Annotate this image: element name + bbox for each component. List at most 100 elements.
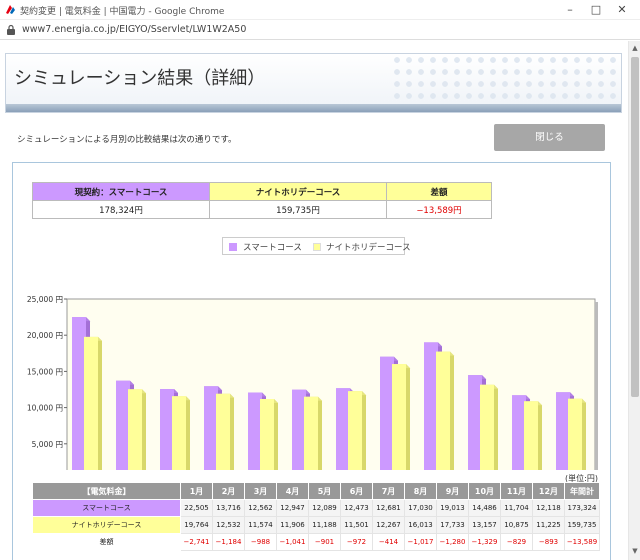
month-header: 8月	[404, 482, 437, 500]
difference-row: 差額 −2,741 −1,184 −988 −1,041 −901 −972 −414 −1,0…	[32, 533, 600, 551]
bar	[116, 380, 130, 470]
bar	[72, 317, 86, 470]
monthly-data-table: 【電気料金】 1月 2月 3月 4月 5月 6月 7月 8月 9月 10月 11月 12月 年間計 スマー…	[32, 482, 600, 551]
table-cell: −1,184	[212, 533, 245, 551]
month-header: 年間計	[564, 482, 600, 500]
month-header: 7月	[372, 482, 405, 500]
table-cell: 12,681	[372, 499, 405, 517]
table-cell: 12,473	[340, 499, 373, 517]
bar-side	[406, 364, 410, 470]
bar	[204, 386, 218, 470]
bar-side	[142, 389, 146, 470]
table-cell: 11,225	[532, 516, 565, 534]
bar	[380, 356, 394, 470]
scroll-down-icon[interactable]: ▼	[631, 547, 639, 555]
legend-label-night: ナイトホリデーコース	[326, 243, 411, 253]
row-label: 差額	[32, 533, 181, 551]
table-cell: 12,947	[276, 499, 309, 517]
legend-swatch-night	[313, 243, 321, 251]
difference-total: −13,589円	[386, 200, 492, 219]
bar-side	[274, 398, 278, 470]
current-plan-header: 現契約：スマートコース	[32, 182, 210, 201]
y-tick-label: 25,000 円	[27, 295, 63, 304]
table-cell: −13,589	[564, 533, 600, 551]
bar	[336, 388, 350, 470]
table-cell: −1,280	[436, 533, 469, 551]
bar	[248, 392, 262, 470]
table-cell: 11,188	[308, 516, 341, 534]
bar	[524, 401, 538, 470]
window-titlebar: 契約変更 | 電気料金 | 中国電力 - Google Chrome – □ ✕	[0, 0, 640, 20]
table-cell: 159,735	[564, 516, 600, 534]
page-title: シミュレーション結果（詳細）	[14, 68, 266, 89]
vertical-scrollbar[interactable]: ▲ ▼	[628, 41, 640, 560]
month-header: 10月	[468, 482, 501, 500]
month-header: 3月	[244, 482, 277, 500]
table-cell: −1,041	[276, 533, 309, 551]
night-holiday-total: 159,735円	[209, 200, 387, 219]
month-header: 11月	[500, 482, 533, 500]
table-cell: 11,704	[500, 499, 533, 517]
table-cell: 12,267	[372, 516, 405, 534]
table-cell: 12,118	[532, 499, 565, 517]
bar-side	[582, 398, 586, 470]
y-tick-label: 10,000 円	[27, 404, 63, 413]
table-cell: 13,716	[212, 499, 245, 517]
bar	[468, 375, 482, 470]
address-bar[interactable]: www7.energia.co.jp/EIGYO/Sservlet/LW1W2A…	[0, 20, 640, 40]
table-cell: 12,089	[308, 499, 341, 517]
table-cell: 12,562	[244, 499, 277, 517]
chart-legend: スマートコース ナイトホリデーコース	[222, 237, 411, 255]
month-header: 4月	[276, 482, 309, 500]
month-header: 12月	[532, 482, 565, 500]
scroll-up-icon[interactable]: ▲	[631, 44, 639, 52]
bar	[512, 395, 526, 470]
close-window-icon[interactable]: ✕	[612, 2, 632, 18]
table-cell: 22,505	[180, 499, 213, 517]
row-label: ナイトホリデーコース	[32, 516, 181, 534]
y-tick-label: 20,000 円	[27, 331, 63, 340]
bar-side	[538, 401, 542, 470]
difference-header: 差額	[386, 182, 492, 201]
bar-side	[230, 393, 234, 470]
current-plan-total: 178,324円	[32, 200, 210, 219]
maximize-icon[interactable]: □	[586, 2, 606, 18]
bar	[172, 396, 186, 470]
table-cell: 11,501	[340, 516, 373, 534]
table-cell: −901	[308, 533, 341, 551]
table-cell: 17,030	[404, 499, 437, 517]
plot-area-shadow	[595, 302, 598, 470]
bar-side	[450, 351, 454, 470]
legend-swatch-smart	[229, 243, 237, 251]
bar	[348, 391, 362, 470]
bar	[304, 396, 318, 470]
table-cell: 16,013	[404, 516, 437, 534]
table-cell: −1,329	[468, 533, 501, 551]
bar	[260, 398, 274, 470]
bar	[84, 336, 98, 470]
table-cell: 10,875	[500, 516, 533, 534]
table-cell: 19,764	[180, 516, 213, 534]
page-header: シミュレーション結果（詳細）	[5, 53, 622, 113]
month-header: 1月	[180, 482, 213, 500]
table-corner-label: 【電気料金】	[32, 482, 181, 500]
window-title: 契約変更 | 電気料金 | 中国電力 - Google Chrome	[20, 7, 225, 17]
night-holiday-header: ナイトホリデーコース	[209, 182, 387, 201]
bar	[216, 393, 230, 470]
header-underline	[6, 104, 621, 112]
table-cell: 11,906	[276, 516, 309, 534]
table-cell: −1,017	[404, 533, 437, 551]
table-cell: −829	[500, 533, 533, 551]
minimize-icon[interactable]: –	[560, 2, 580, 18]
lock-icon	[7, 24, 15, 35]
bar	[392, 364, 406, 470]
page-viewport: シミュレーション結果（詳細） シミュレーションによる月別の比較結果は次の通りです…	[0, 41, 628, 560]
comparison-table: 現契約：スマートコース ナイトホリデーコース 差額 178,324円 159,7…	[32, 182, 492, 219]
scrollbar-thumb[interactable]	[631, 57, 639, 397]
url-text[interactable]: www7.energia.co.jp/EIGYO/Sservlet/LW1W2A…	[22, 24, 246, 35]
energia-logo-icon	[6, 5, 15, 14]
bar-side	[362, 391, 366, 470]
close-button[interactable]: 閉じる	[494, 124, 605, 151]
table-cell: −2,741	[180, 533, 213, 551]
bar-side	[98, 336, 102, 470]
